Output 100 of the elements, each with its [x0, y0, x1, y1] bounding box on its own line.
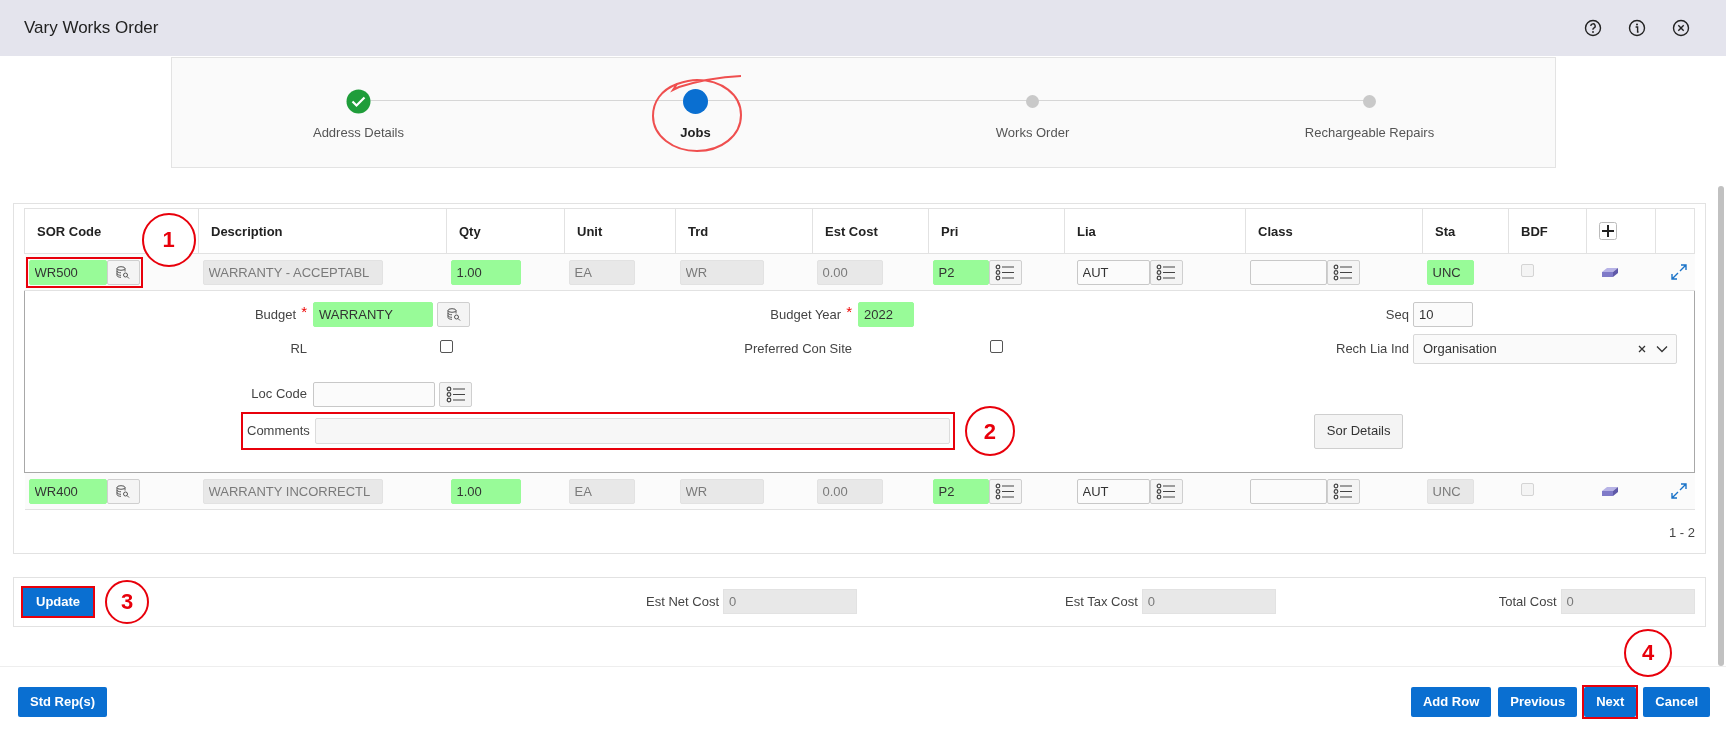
column-header[interactable]: Qty	[459, 224, 481, 239]
footer-button[interactable]: Std Rep(s)	[18, 686, 107, 717]
expand-icon[interactable]	[1669, 482, 1688, 500]
eraser-icon[interactable]	[1600, 266, 1619, 278]
input-field[interactable]: EA	[568, 259, 635, 285]
field-label: Total Cost	[1498, 592, 1557, 611]
callout-number: 3	[105, 579, 150, 624]
seq-field[interactable]: 10	[1413, 302, 1473, 327]
pagination-label: 1 - 2	[1669, 524, 1695, 542]
footer-button[interactable]: Cancel	[1643, 686, 1710, 717]
column-header[interactable]: BDF	[1521, 224, 1548, 239]
chevron-down-icon[interactable]	[1656, 345, 1668, 353]
add-icon[interactable]	[1599, 222, 1617, 240]
field-label: Seq	[1385, 305, 1409, 324]
list-icon	[445, 385, 466, 403]
input-field[interactable]	[1249, 259, 1327, 285]
column-header[interactable]: Pri	[941, 224, 959, 239]
lookup-button[interactable]	[106, 478, 140, 504]
list-icon	[995, 482, 1015, 500]
list-button[interactable]	[1149, 478, 1183, 504]
field-label: Comments	[247, 422, 310, 441]
list-button[interactable]	[439, 381, 472, 407]
budget-year-field[interactable]: 2022	[858, 302, 914, 327]
input-field[interactable]: 0.00	[816, 478, 883, 504]
list-button[interactable]	[988, 259, 1022, 285]
loc-code-field[interactable]	[313, 381, 435, 407]
column-header[interactable]: Class	[1258, 224, 1293, 239]
input-field[interactable]: AUT	[1076, 478, 1150, 504]
list-button[interactable]	[988, 478, 1022, 504]
footer-button[interactable]: Previous	[1498, 686, 1578, 717]
input-field[interactable]	[1249, 478, 1327, 504]
column-header[interactable]: Lia	[1077, 224, 1096, 239]
clear-icon[interactable]	[1638, 345, 1646, 353]
field-label: Est Net Cost	[646, 592, 720, 611]
input-field[interactable]: 1.00	[450, 259, 521, 285]
cost-field[interactable]: 0	[723, 589, 858, 614]
callout-number: 4	[1624, 628, 1673, 677]
sor-code-field[interactable]: WR400	[28, 478, 107, 504]
update-button[interactable]: Update	[23, 587, 94, 616]
input-field[interactable]: WR	[679, 259, 764, 285]
help-icon[interactable]	[1584, 19, 1602, 37]
input-field[interactable]: WARRANTY INCORRECTL	[202, 478, 383, 504]
required-mark: *	[846, 301, 852, 322]
lookup-icon	[116, 484, 130, 498]
input-field[interactable]: UNC	[1426, 478, 1474, 504]
select-field[interactable]: Organisation	[1413, 334, 1677, 364]
cost-field[interactable]: 0	[1141, 589, 1276, 614]
list-icon	[1333, 482, 1353, 500]
comments-field[interactable]	[314, 418, 950, 444]
column-header[interactable]: Sta	[1435, 224, 1456, 239]
column-header[interactable]: SOR Code	[37, 224, 102, 239]
field-label: Preferred Con Site	[744, 340, 852, 358]
scrollbar[interactable]	[1718, 186, 1724, 666]
input-field[interactable]: 0.00	[816, 259, 883, 285]
list-button[interactable]	[1326, 478, 1360, 504]
step-label[interactable]: Works Order	[995, 123, 1070, 143]
footer-button[interactable]: Add Row	[1410, 686, 1492, 717]
cost-field[interactable]: 0	[1560, 589, 1695, 614]
window-title: Vary Works Order	[24, 17, 159, 40]
close-icon[interactable]	[1672, 19, 1690, 37]
input-field[interactable]: WARRANTY - ACCEPTABL	[202, 259, 383, 285]
lookup-button[interactable]	[437, 302, 470, 327]
input-field[interactable]: 1.00	[450, 478, 521, 504]
step-label[interactable]: Rechargeable Repairs	[1304, 123, 1435, 143]
budget-field[interactable]: WARRANTY	[313, 302, 433, 327]
field-label: Loc Code	[251, 385, 307, 403]
field-label: Budget	[254, 305, 297, 324]
list-button[interactable]	[1326, 259, 1360, 285]
con-site-checkbox[interactable]	[990, 340, 1003, 353]
input-field[interactable]: AUT	[1076, 259, 1150, 285]
field-label: Est Tax Cost	[1065, 592, 1138, 611]
rl-checkbox[interactable]	[440, 340, 453, 353]
list-icon	[1156, 482, 1176, 500]
required-mark: *	[301, 301, 307, 322]
sor-details-button[interactable]: Sor Details	[1313, 413, 1404, 449]
input-field[interactable]: EA	[568, 478, 635, 504]
select-value: Organisation	[1423, 340, 1498, 359]
eraser-icon[interactable]	[1600, 485, 1619, 497]
list-button[interactable]	[1149, 259, 1183, 285]
info-icon[interactable]	[1628, 19, 1646, 37]
expand-icon[interactable]	[1669, 263, 1688, 281]
list-icon	[1333, 263, 1353, 281]
sor-code-field[interactable]: WR500	[28, 259, 107, 285]
input-field[interactable]: P2	[932, 259, 989, 285]
column-header[interactable]: Unit	[577, 224, 603, 239]
footer-button[interactable]: Next	[1584, 686, 1637, 717]
lookup-icon	[446, 308, 461, 321]
input-field[interactable]: UNC	[1426, 259, 1474, 285]
step-label[interactable]: Address Details	[312, 123, 404, 143]
column-header[interactable]: Trd	[688, 224, 709, 239]
column-header[interactable]: Description	[211, 224, 283, 239]
input-field[interactable]: WR	[679, 478, 764, 504]
input-field[interactable]: P2	[932, 478, 989, 504]
lookup-button[interactable]	[106, 259, 140, 285]
step-label[interactable]: Jobs	[680, 123, 711, 143]
lookup-icon	[116, 265, 130, 279]
list-icon	[1156, 263, 1176, 281]
field-label: Budget Year	[770, 305, 842, 324]
column-header[interactable]: Est Cost	[825, 224, 878, 239]
field-label: RL	[290, 340, 307, 358]
